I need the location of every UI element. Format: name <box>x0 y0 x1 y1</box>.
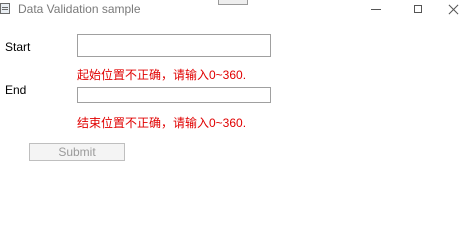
app-window-icon[interactable] <box>0 3 10 14</box>
minimize-button[interactable] <box>355 0 397 18</box>
end-input[interactable] <box>77 87 271 103</box>
submit-button[interactable]: Submit <box>29 143 125 161</box>
maximize-icon <box>414 5 422 13</box>
start-label: Start <box>5 40 31 54</box>
title-bar[interactable]: Data Validation sample <box>0 0 474 18</box>
drag-handle[interactable] <box>218 0 248 5</box>
start-error-message: 起始位置不正确，请输入0~360. <box>77 68 247 82</box>
start-input[interactable] <box>77 34 271 57</box>
window-title: Data Validation sample <box>18 2 141 16</box>
minimize-icon <box>371 8 381 10</box>
close-button[interactable] <box>432 0 474 18</box>
close-icon <box>448 4 459 15</box>
end-error-message: 结束位置不正确，请输入0~360. <box>77 116 247 130</box>
end-label: End <box>5 83 27 97</box>
